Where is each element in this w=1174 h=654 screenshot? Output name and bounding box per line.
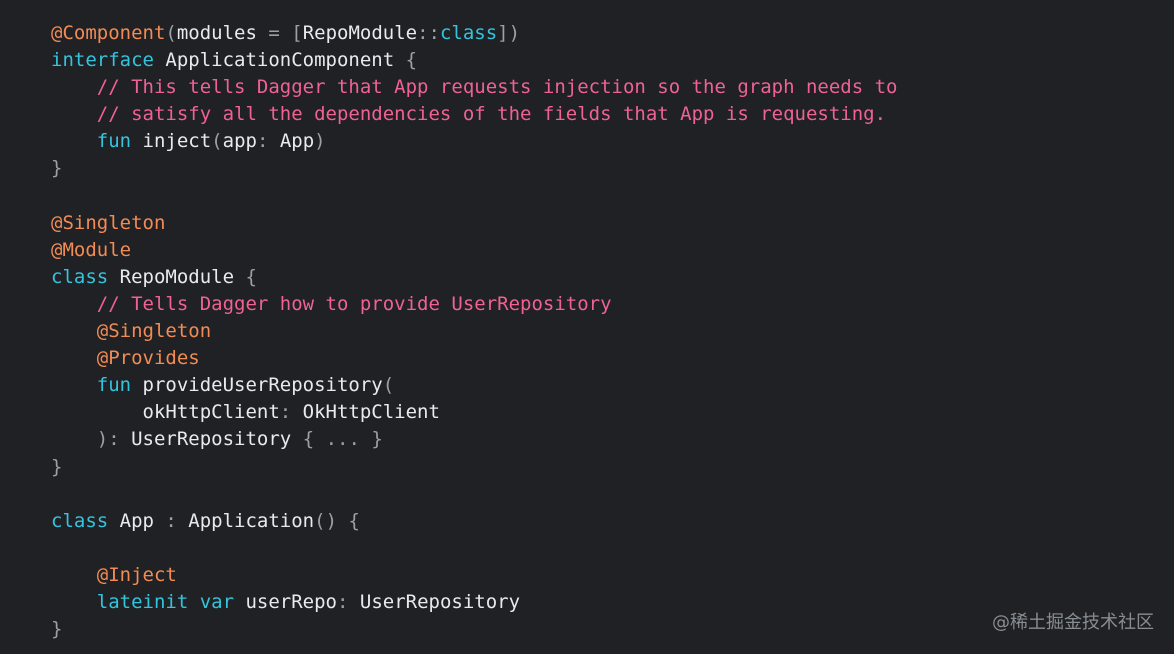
code-line: @Singleton xyxy=(51,318,898,345)
code-line: @Provides xyxy=(51,345,898,372)
code-token: // satisfy all the dependencies of the f… xyxy=(96,103,887,126)
code-line: class RepoModule { xyxy=(51,264,898,291)
code-token: App xyxy=(119,509,166,532)
code-line: @Component(modules = [RepoModule::class]… xyxy=(51,20,898,47)
code-token: @Provides xyxy=(96,347,200,370)
code-line: @Singleton xyxy=(51,210,898,237)
code-line: fun inject(app: App) xyxy=(51,128,898,155)
code-line: fun provideUserRepository( xyxy=(51,372,898,399)
code-token: fun xyxy=(96,374,143,397)
code-token: ( xyxy=(382,374,395,397)
code-token: ( xyxy=(165,22,177,44)
code-token: ) xyxy=(314,130,326,153)
code-line: // satisfy all the dependencies of the f… xyxy=(51,101,898,128)
code-token: class xyxy=(51,265,120,288)
code-token: app xyxy=(222,130,257,153)
code-token: @Inject xyxy=(96,563,177,586)
code-token: ( xyxy=(211,130,223,153)
code-token: } xyxy=(51,618,63,641)
code-token: class xyxy=(51,509,120,532)
code-token: ApplicationComponent xyxy=(165,49,406,72)
code-token: ]) xyxy=(497,22,521,44)
code-line: interface ApplicationComponent { xyxy=(51,47,898,74)
code-token: : xyxy=(279,401,303,424)
code-token: : xyxy=(165,509,189,532)
code-token: @Singleton xyxy=(96,320,212,343)
code-token: okHttpClient xyxy=(51,401,280,424)
code-line: } xyxy=(51,454,898,481)
code-token: { ... } xyxy=(302,428,383,451)
code-token: modules xyxy=(176,22,269,44)
code-token: lateinit var xyxy=(96,590,246,613)
code-token: @Singleton xyxy=(51,211,166,234)
code-token: = [ xyxy=(268,22,303,44)
code-token: inject xyxy=(142,130,212,153)
code-line: } xyxy=(51,616,898,643)
code-line: ): UserRepository { ... } xyxy=(51,426,898,453)
code-line: // This tells Dagger that App requests i… xyxy=(51,74,898,101)
code-token: Application xyxy=(188,509,315,532)
code-line: class App : Application() { xyxy=(51,508,898,535)
code-token: :: xyxy=(417,22,440,44)
code-token: // This tells Dagger that App requests i… xyxy=(96,76,898,99)
code-token: OkHttpClient xyxy=(302,401,440,424)
code-token: RepoModule xyxy=(119,265,246,288)
code-token: @Component xyxy=(51,22,166,44)
code-token: : xyxy=(337,590,360,613)
code-line: } xyxy=(51,155,898,182)
code-token: userRepo xyxy=(245,590,337,613)
code-token: } xyxy=(51,455,63,478)
code-token: interface xyxy=(51,49,166,72)
code-token: @Module xyxy=(51,238,132,261)
code-token: UserRepository xyxy=(131,428,303,451)
code-token: App xyxy=(279,130,315,153)
code-view: @Component(modules = [RepoModule::class]… xyxy=(0,0,1174,654)
code-token: { xyxy=(405,49,418,72)
code-line: @Module xyxy=(51,237,898,264)
code-token: fun xyxy=(96,130,143,153)
code-token: provideUserRepository xyxy=(142,374,383,397)
code-token: ): xyxy=(96,428,132,451)
code-block: @Component(modules = [RepoModule::class]… xyxy=(51,20,898,643)
code-token: { xyxy=(245,265,257,288)
code-token: // Tells Dagger how to provide UserRepos… xyxy=(96,292,612,315)
code-line: // Tells Dagger how to provide UserRepos… xyxy=(51,291,898,318)
watermark: @稀土掘金技术社区 xyxy=(992,612,1154,633)
code-line: lateinit var userRepo: UserRepository xyxy=(51,589,898,616)
code-token: class xyxy=(439,22,498,44)
code-token: RepoModule xyxy=(302,22,418,44)
code-token: () { xyxy=(314,509,360,532)
code-line: okHttpClient: OkHttpClient xyxy=(51,399,898,426)
code-line: @Inject xyxy=(51,562,898,589)
code-token: : xyxy=(256,130,280,153)
code-token: } xyxy=(51,157,63,180)
code-token: UserRepository xyxy=(359,590,521,613)
